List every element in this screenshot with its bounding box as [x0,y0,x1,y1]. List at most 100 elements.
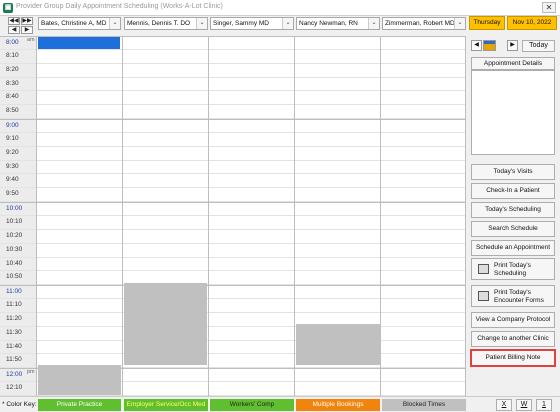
printer-icon [478,264,489,274]
calendar-icon[interactable] [483,40,496,51]
window-title: Provider Group Daily Appointment Schedul… [16,3,223,10]
close-button[interactable]: ✕ [542,2,556,13]
time-label: 8:40 [0,91,36,105]
provider-name: Nancy Newman, RN [299,20,358,27]
time-row[interactable]: 8:20 [0,63,465,78]
change-clinic-button[interactable]: Change to another Clinic [471,331,555,347]
time-row[interactable]: 9:40 [0,174,465,189]
time-label: 10:00 [0,203,36,215]
provider-name: Zimmerman, Robert MD [385,20,455,27]
time-row[interactable]: 11:20 [0,312,465,327]
button-label: Print Today's [494,289,531,296]
color-key-bar: * Color Key: Private Practice Employer S… [0,396,560,412]
previous-day-button[interactable]: ◀ [8,26,20,34]
time-row[interactable]: 10:30 [0,243,465,258]
time-row[interactable]: 10:50 [0,271,465,286]
search-schedule-button[interactable]: Search Schedule [471,221,555,237]
column-divider [122,36,123,396]
time-row[interactable]: 10:40 [0,257,465,272]
provider-name: Singer, Sammy MD [213,20,269,27]
time-label: 9:00 [0,120,36,132]
legend-blocked-times: Blocked Times [382,399,466,411]
chevron-down-icon[interactable]: ⌄ [196,18,207,29]
current-date: Nov 10, 2022 [507,16,557,30]
calendar-prev-button[interactable]: ◀ [471,40,482,51]
last-day-button[interactable]: ▶▶ [21,17,33,25]
provider-select-1[interactable]: Bates, Christine A, MD ⌄ [38,17,121,30]
time-row[interactable]: 9:20 [0,146,465,161]
time-label: 11:50 [0,354,36,368]
first-day-button[interactable]: ◀◀ [8,17,20,25]
blocked-time-block[interactable] [296,324,380,365]
time-label: 10:50 [0,271,36,285]
time-row[interactable]: 8:30 [0,77,465,92]
time-row[interactable]: 9:50 [0,188,465,203]
chevron-down-icon[interactable]: ⌄ [282,18,293,29]
time-row[interactable]: 10:00 [0,202,465,216]
blocked-time-block[interactable] [124,283,207,365]
provider-select-5[interactable]: Zimmerman, Robert MD ⌄ [382,17,466,30]
today-button[interactable]: Today [522,40,555,52]
time-label: 11:00 [0,286,36,299]
button-label: Print Today's [494,262,531,269]
time-row[interactable]: 11:40 [0,340,465,355]
time-label: 8:10 [0,49,36,63]
time-label: 10:40 [0,257,36,271]
time-label: 9:40 [0,174,36,188]
time-label: 8:20 [0,63,36,77]
provider-select-3[interactable]: Singer, Sammy MD ⌄ [210,17,294,30]
time-row[interactable]: 11:10 [0,299,465,313]
button-label: Encounter Forms [494,297,544,304]
time-row[interactable]: 8:40 [0,91,465,106]
print-scheduling-button[interactable]: Print Today's Scheduling [471,258,555,280]
page-one-button[interactable]: 1 [536,399,552,411]
legend-workers-comp: Workers' Comp [210,399,294,411]
button-label: Scheduling [494,270,527,277]
time-label: 8:30 [0,77,36,91]
check-in-button[interactable]: Check-In a Patient [471,183,555,199]
patient-billing-note-button[interactable]: Patient Billing Note [471,350,555,366]
time-label: 9:50 [0,188,36,202]
todays-scheduling-button[interactable]: Today's Scheduling [471,202,555,218]
todays-visits-button[interactable]: Today's Visits [471,164,555,180]
provider-select-2[interactable]: Mennis, Dennis T. DO ⌄ [124,17,208,30]
time-row[interactable]: 9:00 [0,119,465,133]
calendar-next-button[interactable]: ▶ [507,40,518,51]
selected-time-slot[interactable] [38,37,120,49]
chevron-down-icon[interactable]: ⌄ [109,18,120,29]
time-label: 8:50 [0,105,36,119]
excel-export-button[interactable]: X [496,399,512,411]
column-divider [380,36,381,396]
schedule-grid[interactable]: 8:00 am 8:10 8:20 8:30 8:40 8:50 9:00 9:10 9:20 9:… [0,36,465,396]
time-row[interactable]: 8:50 [0,105,465,120]
company-protocol-button[interactable]: View a Company Protocol [471,312,555,328]
time-label: 9:30 [0,160,36,174]
column-divider [294,36,295,396]
chevron-down-icon[interactable]: ⌄ [368,18,379,29]
blocked-time-block[interactable] [38,365,121,395]
time-label: 12:10 [0,382,36,395]
time-label: 9:10 [0,132,36,146]
print-forms-button[interactable]: Print Today's Encounter Forms [471,285,555,307]
legend-multiple-bookings: Multiple Bookings [296,399,380,411]
time-label: 11:10 [0,299,36,312]
time-row[interactable]: 9:10 [0,132,465,147]
time-label: 11:20 [0,312,36,326]
next-day-button[interactable]: ▶ [21,26,33,34]
chevron-down-icon[interactable]: ⌄ [454,18,465,29]
time-row[interactable]: 9:30 [0,160,465,175]
word-export-button[interactable]: W [516,399,532,411]
time-row[interactable]: 10:10 [0,216,465,230]
time-label: 10:10 [0,216,36,229]
time-row[interactable]: 10:20 [0,229,465,244]
time-label: 10:30 [0,243,36,257]
time-row[interactable]: 11:00 [0,285,465,300]
legend-private-practice: Private Practice [38,399,121,411]
schedule-appointment-button[interactable]: Schedule an Appointment [471,240,555,256]
provider-select-4[interactable]: Nancy Newman, RN ⌄ [296,17,380,30]
color-key-label: * Color Key: [2,401,37,408]
column-divider [36,36,37,396]
time-row[interactable]: 8:10 [0,49,465,64]
time-row[interactable]: 11:30 [0,326,465,341]
time-label: 11:30 [0,326,36,340]
